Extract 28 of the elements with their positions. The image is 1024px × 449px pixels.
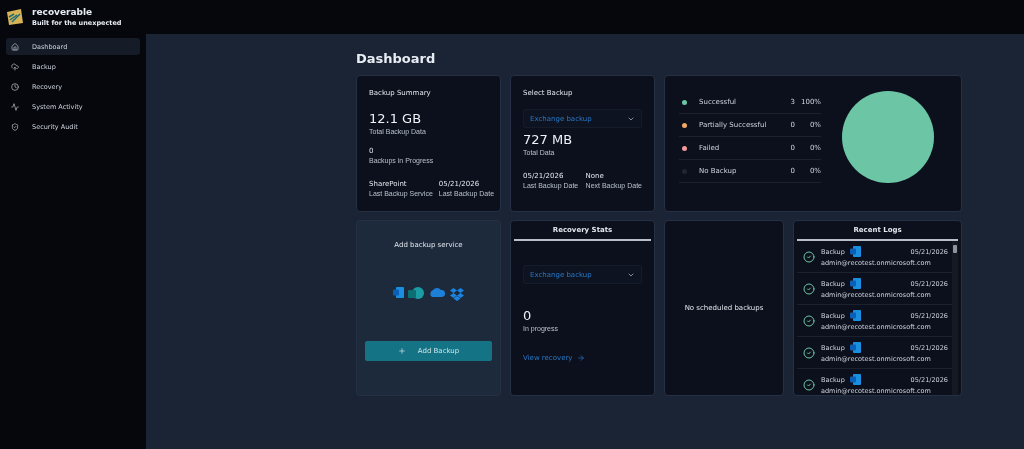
total-data-value: 727 MB — [523, 132, 573, 147]
tile-icon — [849, 278, 861, 289]
plus-icon — [397, 347, 406, 355]
clock-icon — [11, 82, 19, 91]
check-circle-icon — [803, 314, 815, 327]
check-circle-icon — [803, 282, 815, 295]
tile-icon — [393, 287, 404, 298]
page-title: Dashboard — [356, 51, 436, 68]
tile-icon — [849, 342, 861, 353]
shield-icon — [11, 122, 19, 131]
arrow-right-icon — [577, 354, 586, 362]
check-circle-icon — [803, 250, 815, 263]
brand-name: recoverable — [32, 7, 94, 17]
circle-tile-icon — [408, 287, 424, 301]
check-circle-icon — [803, 346, 815, 359]
logo-icon — [6, 8, 24, 26]
total-backup-value: 12.1 GB — [369, 111, 422, 126]
cloud-icon — [428, 287, 446, 297]
activity-icon — [11, 102, 19, 111]
box-icon — [450, 287, 464, 301]
cloud-upload-icon — [11, 62, 19, 71]
in-progress-value: 0 — [523, 308, 532, 323]
tile-icon — [849, 246, 861, 257]
home-icon — [11, 42, 19, 51]
check-circle-icon — [803, 378, 815, 391]
scrollbar[interactable] — [952, 241, 958, 395]
tile-icon — [849, 374, 861, 385]
tile-icon — [849, 310, 861, 321]
